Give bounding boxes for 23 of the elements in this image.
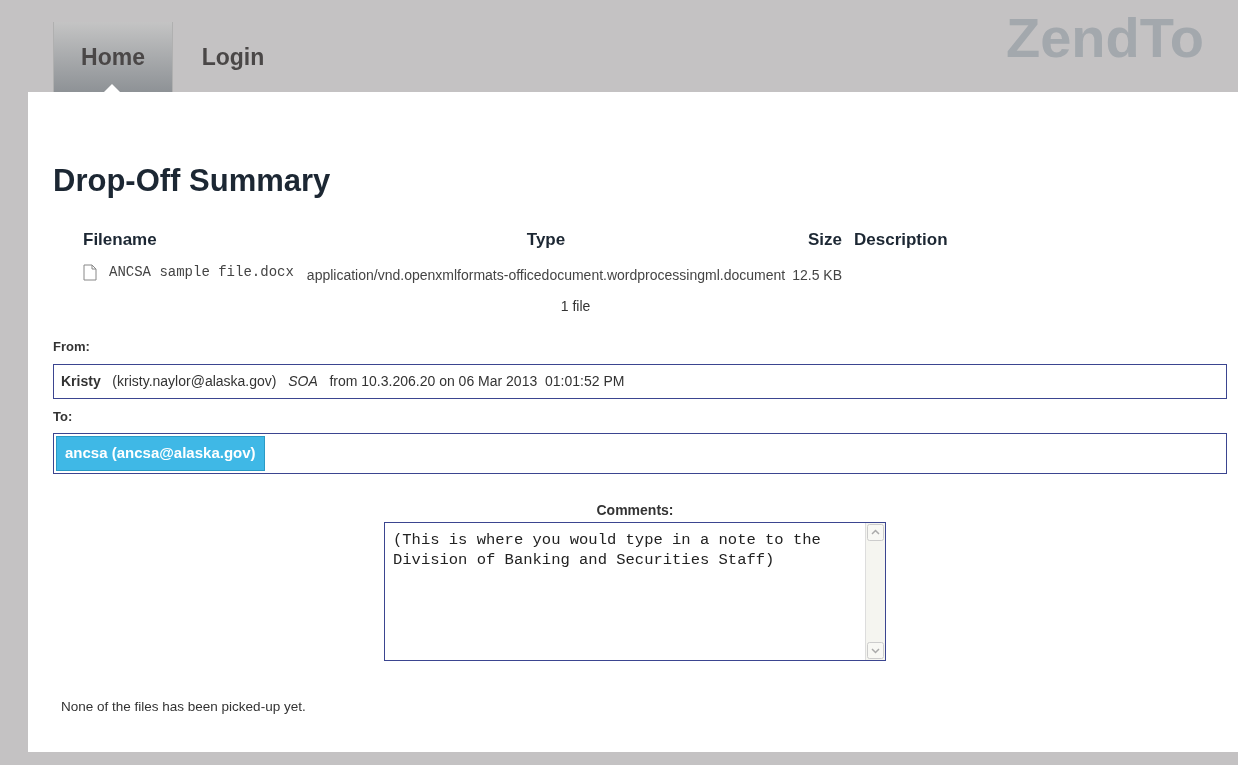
column-header: Filename (83, 229, 157, 249)
sender-origin: from 10.3.206.20 on 06 Mar 2013 01:01:52 PM (329, 372, 625, 392)
size-cell: 12.5 KB (792, 266, 842, 283)
column-header: Description (854, 229, 948, 249)
nav-tab[interactable]: Login (173, 22, 293, 92)
column-header: Size (807, 229, 842, 249)
filename-cell-text: ANCSA sample file.docx (109, 263, 294, 283)
file-count: 1 file (560, 296, 591, 316)
scroll-up-icon[interactable] (867, 523, 884, 541)
sender-name: Kristy (61, 372, 101, 392)
scrollbar[interactable] (865, 522, 885, 660)
document-icon (83, 264, 97, 282)
sender-organization: SOA (288, 372, 318, 392)
pickup-status: None of the files has been picked-up yet. (61, 697, 307, 716)
nav-tab[interactable]: Home (53, 22, 173, 92)
from-label: From: (53, 337, 91, 356)
sender-email: (kristy.naylor@alaska.gov) (112, 372, 277, 392)
to-label: To: (53, 408, 74, 427)
type-cell: application/vnd.openxmlformats-officedocument.wordprocessingml.document (306, 266, 786, 283)
column-header: Type (526, 229, 566, 249)
comments-label: Comments: (596, 500, 674, 520)
page-title: Drop-Off Summary (53, 162, 332, 200)
scroll-down-icon[interactable] (867, 641, 884, 659)
